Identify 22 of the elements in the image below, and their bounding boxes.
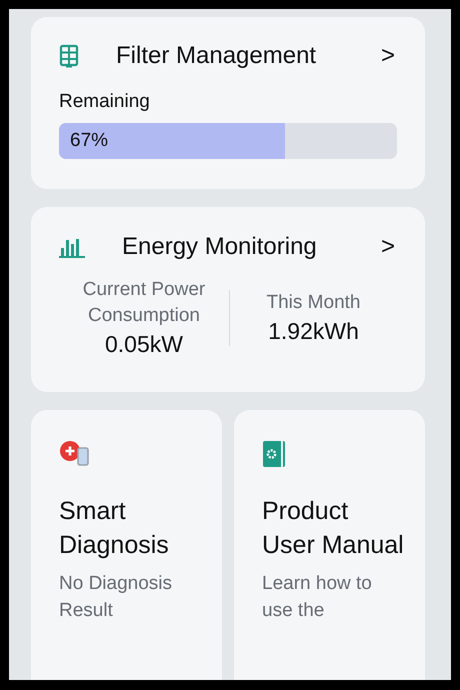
stat-label: This Month [266,291,360,316]
stat-value: 0.05kW [105,330,183,360]
stat-value: 1.92kWh [268,317,359,346]
chevron-icon[interactable]: > [380,42,395,70]
bar-chart-icon [59,236,85,258]
tile-subtitle: Learn how to use the [262,572,373,623]
phone-repair-icon [59,440,91,466]
card-title: Filter Management [116,42,318,70]
card-title: Energy Monitoring [122,233,318,262]
remaining-label: Remaining [59,91,150,113]
grid-icon [59,44,79,68]
stat-label: Current Power Consumption [82,278,206,328]
chevron-icon[interactable]: > [380,233,395,262]
feature-tile[interactable]: Smart Diagnosis No Diagnosis Result [31,410,222,680]
tile-title: Smart Diagnosis [59,496,170,561]
percent-text: 67% [70,130,108,152]
feature-tile[interactable]: Product User Manual Learn how to use the [234,410,425,680]
tile-subtitle: No Diagnosis Result [59,572,173,623]
manual-book-icon [262,440,286,468]
tile-title: Product User Manual [262,496,405,561]
filter-card[interactable]: Filter Management > Remaining 67% [31,17,425,190]
energy-card[interactable]: Energy Monitoring > Current Power Consumption 0.05kW This Month 1.92kWh [31,207,425,392]
